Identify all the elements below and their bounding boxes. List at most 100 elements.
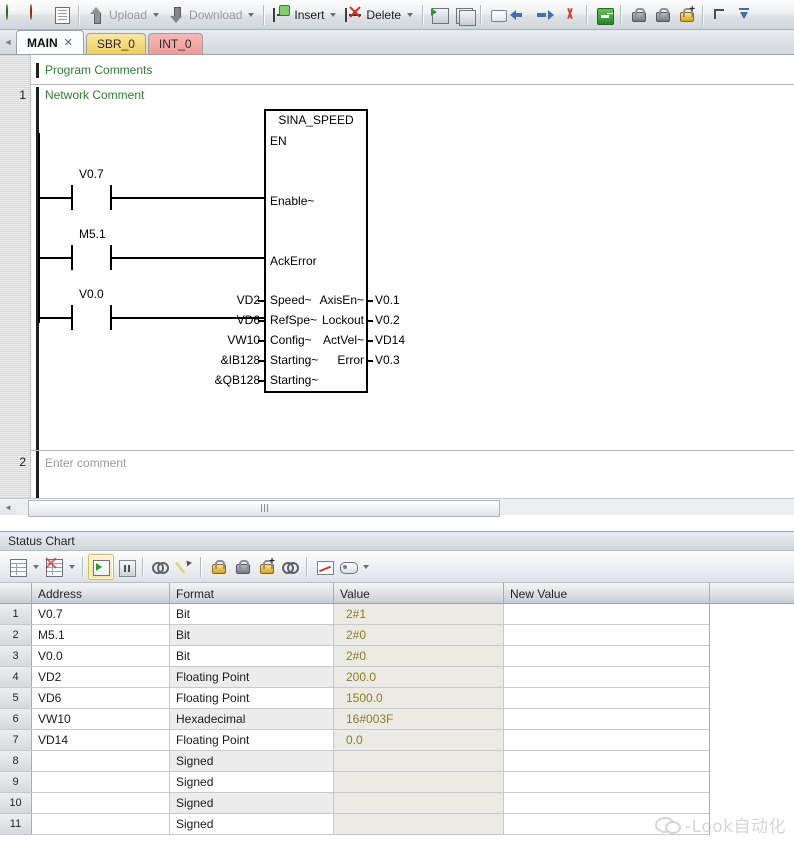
block-output-operand-v03[interactable]: V0.3 — [375, 353, 400, 367]
read-all-forced-button[interactable] — [278, 555, 302, 579]
redo-button[interactable] — [534, 2, 558, 28]
cell-new-value[interactable] — [504, 772, 710, 792]
block-input-operand-vd2[interactable]: VD2 — [180, 293, 260, 307]
display-format-button[interactable] — [336, 555, 360, 579]
column-header-new-value[interactable]: New Value — [504, 583, 710, 604]
insert-button[interactable]: Insert — [269, 2, 341, 28]
table-row[interactable]: 2 M5.1 Bit 2#0 — [0, 625, 710, 646]
status-chart-grid[interactable]: Address Format Value New Value 1 V0.7 Bit 2… — [0, 583, 794, 851]
new-chart-button[interactable] — [6, 555, 30, 579]
block-output-operand-v01[interactable]: V0.1 — [375, 293, 400, 307]
tab-scroll-left-button[interactable]: ◄ — [0, 30, 16, 54]
table-row[interactable]: 1 V0.7 Bit 2#1 — [0, 604, 710, 625]
toggle-tree-button[interactable] — [708, 2, 732, 28]
trend-view-button[interactable] — [312, 555, 336, 579]
contact-button[interactable] — [486, 2, 510, 28]
cell-address[interactable] — [32, 751, 170, 771]
tab-int-0[interactable]: INT_0 — [147, 33, 203, 54]
cut-button[interactable] — [558, 2, 582, 28]
tab-main[interactable]: MAIN ✕ — [16, 30, 84, 54]
cell-new-value[interactable] — [504, 688, 710, 708]
cell-format[interactable]: Bit — [170, 604, 334, 624]
cell-address[interactable]: V0.0 — [32, 646, 170, 666]
ladder-editor[interactable]: Program Comments 1 Network Comment V0.7 … — [0, 55, 794, 506]
table-row[interactable]: 11 Signed — [0, 814, 710, 835]
cell-address[interactable] — [32, 793, 170, 813]
scroll-left-icon[interactable]: ◄ — [0, 500, 16, 515]
cell-address[interactable]: VD6 — [32, 688, 170, 708]
table-row[interactable]: 7 VD14 Floating Point 0.0 — [0, 730, 710, 751]
scrollbar-thumb[interactable] — [28, 499, 500, 517]
cell-new-value[interactable] — [504, 625, 710, 645]
goto-button[interactable] — [592, 2, 616, 28]
block-input-operand-qb128[interactable]: &QB128 — [180, 373, 260, 387]
upload-button[interactable]: Upload — [84, 2, 164, 28]
contact-address-v07[interactable]: V0.7 — [79, 167, 104, 181]
single-read-button[interactable] — [148, 555, 172, 579]
cell-format[interactable]: Signed — [170, 751, 334, 771]
cell-format[interactable]: Bit — [170, 646, 334, 666]
cell-address[interactable] — [32, 814, 170, 834]
chart-status-pause-button[interactable] — [114, 555, 138, 579]
unforce-all-button[interactable]: + — [254, 555, 278, 579]
block-properties-button[interactable] — [452, 2, 477, 28]
cell-address[interactable]: VW10 — [32, 709, 170, 729]
block-input-operand-vd6[interactable]: VD6 — [180, 313, 260, 327]
editor-horizontal-scrollbar[interactable]: ◄ — [0, 498, 794, 517]
chevron-down-icon[interactable] — [248, 12, 255, 17]
cell-format[interactable]: Floating Point — [170, 730, 334, 750]
program-comments-label[interactable]: Program Comments — [45, 63, 152, 77]
sina-speed-block[interactable] — [264, 109, 368, 393]
chevron-down-icon[interactable] — [330, 12, 337, 17]
chevron-down-icon[interactable] — [153, 12, 160, 17]
stop-button[interactable] — [26, 2, 50, 28]
password-lock-button[interactable] — [626, 2, 650, 28]
cell-format[interactable]: Hexadecimal — [170, 709, 334, 729]
cell-new-value[interactable] — [504, 604, 710, 624]
table-row[interactable]: 3 V0.0 Bit 2#0 — [0, 646, 710, 667]
block-output-operand-vd14[interactable]: VD14 — [375, 333, 405, 347]
table-row[interactable]: 5 VD6 Floating Point 1500.0 — [0, 688, 710, 709]
close-icon[interactable]: ✕ — [64, 36, 73, 49]
cell-new-value[interactable] — [504, 646, 710, 666]
scrollbar-track[interactable] — [16, 499, 794, 517]
delete-button[interactable]: Delete — [341, 2, 418, 28]
unforce-button[interactable] — [230, 555, 254, 579]
cell-address[interactable]: VD14 — [32, 730, 170, 750]
undo-button[interactable] — [510, 2, 534, 28]
tab-sbr-0[interactable]: SBR_0 — [85, 33, 146, 54]
chart-status-on-button[interactable] — [88, 553, 114, 580]
contact-address-v00[interactable]: V0.0 — [79, 287, 104, 301]
write-all-button[interactable] — [172, 555, 196, 579]
column-header-address[interactable]: Address — [32, 583, 170, 604]
cell-format[interactable]: Floating Point — [170, 667, 334, 687]
cell-new-value[interactable] — [504, 814, 710, 834]
cell-format[interactable]: Signed — [170, 772, 334, 792]
cell-format[interactable]: Floating Point — [170, 688, 334, 708]
contact-address-m51[interactable]: M5.1 — [79, 227, 106, 241]
compile-button[interactable] — [50, 2, 74, 28]
table-row[interactable]: 9 Signed — [0, 772, 710, 793]
add-lock-button[interactable]: + — [674, 2, 698, 28]
table-row[interactable]: 4 VD2 Floating Point 200.0 — [0, 667, 710, 688]
run-button[interactable] — [2, 2, 26, 28]
cell-new-value[interactable] — [504, 793, 710, 813]
compile-all-button[interactable] — [428, 2, 452, 28]
cell-format[interactable]: Signed — [170, 793, 334, 813]
cell-new-value[interactable] — [504, 667, 710, 687]
cell-new-value[interactable] — [504, 709, 710, 729]
chevron-down-icon[interactable] — [69, 564, 75, 569]
network-1-comment[interactable]: Network Comment — [45, 88, 144, 102]
chevron-down-icon[interactable] — [363, 564, 369, 569]
cut-chart-button[interactable] — [42, 555, 66, 579]
cell-new-value[interactable] — [504, 730, 710, 750]
block-input-operand-ib128[interactable]: &IB128 — [180, 353, 260, 367]
unlock-button[interactable] — [650, 2, 674, 28]
download-settings-button[interactable] — [732, 2, 756, 28]
cell-format[interactable]: Bit — [170, 625, 334, 645]
table-row[interactable]: 8 Signed — [0, 751, 710, 772]
block-output-operand-v02[interactable]: V0.2 — [375, 313, 400, 327]
cell-address[interactable]: M5.1 — [32, 625, 170, 645]
chevron-down-icon[interactable] — [33, 564, 39, 569]
cell-address[interactable] — [32, 772, 170, 792]
